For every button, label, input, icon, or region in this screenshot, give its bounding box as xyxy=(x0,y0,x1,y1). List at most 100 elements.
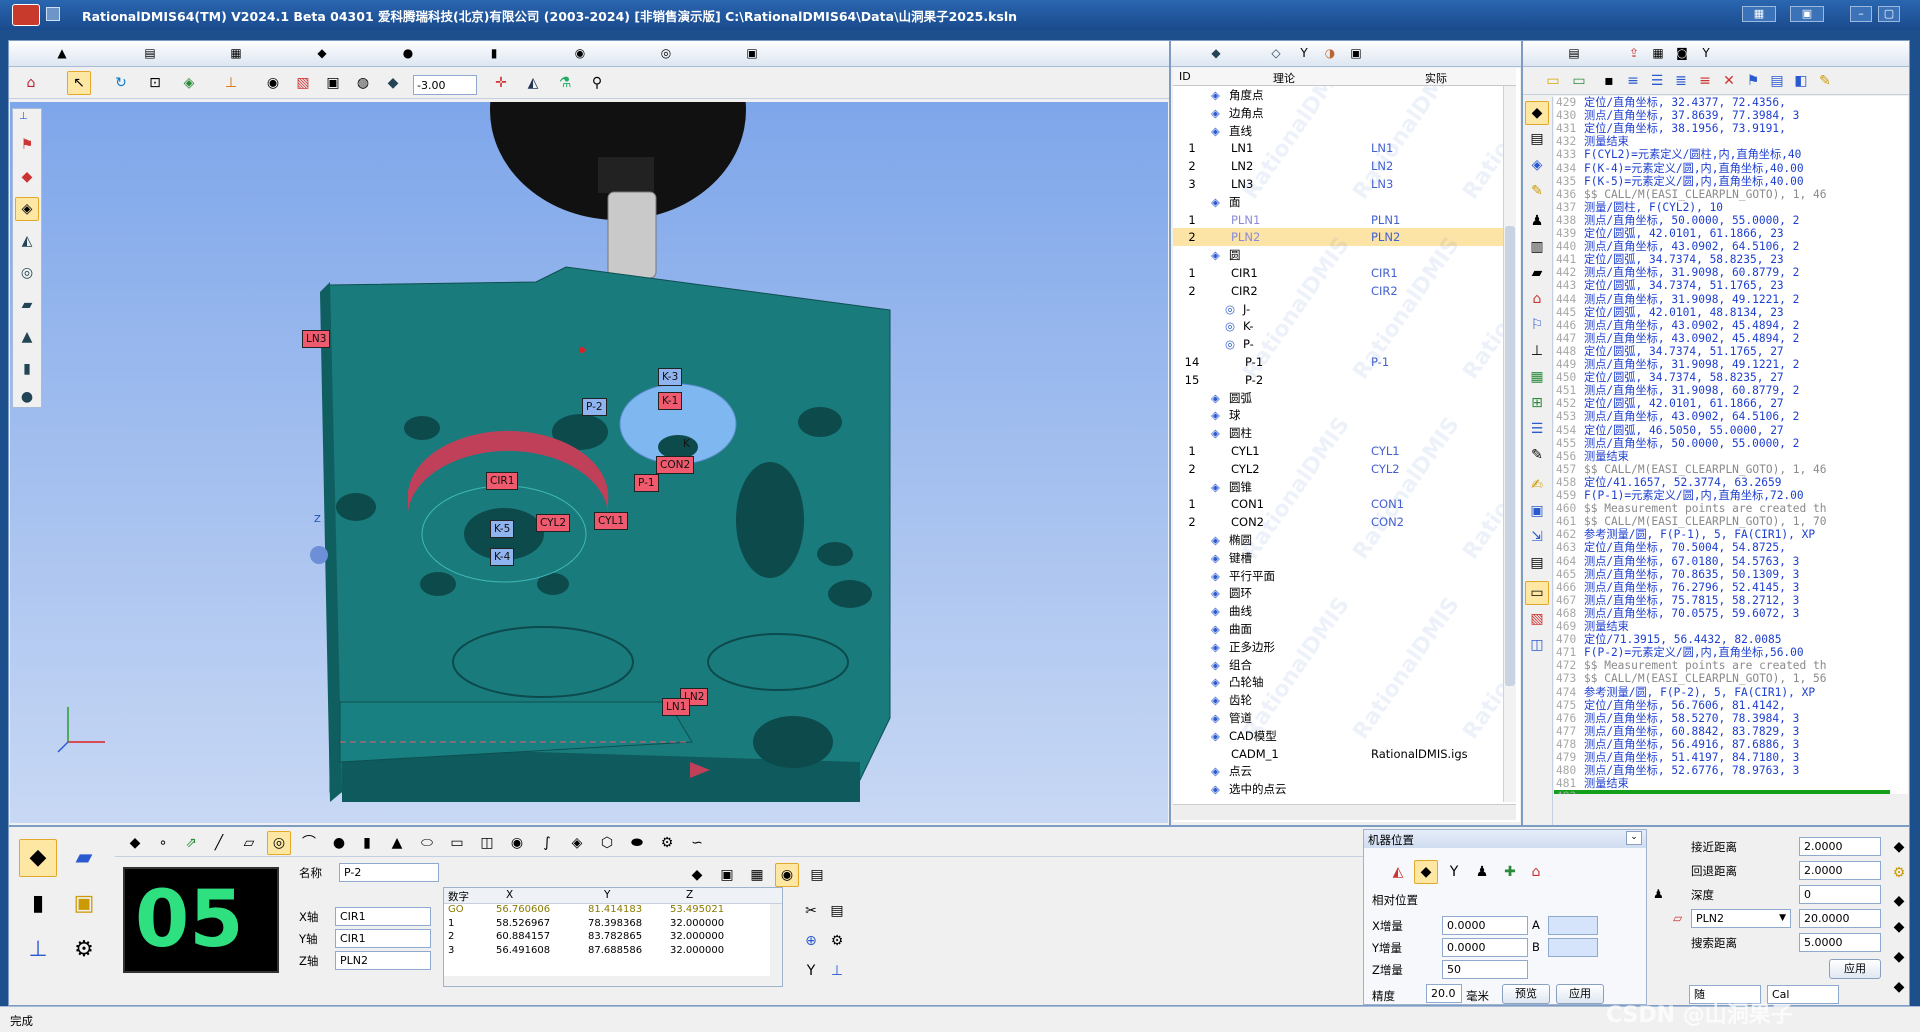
code-line[interactable]: 447 测点/直角坐标, 43.0902, 45.4894, 2 xyxy=(1554,332,1890,345)
cylinder-type-icon[interactable]: ▮ xyxy=(355,831,379,855)
tree-row[interactable]: 1 LN1 LN1 xyxy=(1173,139,1516,157)
tree-vertical-scrollbar[interactable] xyxy=(1503,86,1516,802)
tree-row[interactable]: 1 CYL1 CYL1 xyxy=(1173,442,1516,460)
plane-tool-icon[interactable]: ▰ xyxy=(1525,261,1549,285)
probe-calib-icon[interactable]: ♟ xyxy=(1525,209,1549,233)
feature-label-k1[interactable]: K-1 xyxy=(658,392,683,410)
side-probe3-icon[interactable]: ◆ xyxy=(1887,915,1911,939)
points-table[interactable]: 数字 X Y Z GO 56.760606 81.414183 53.495021 1 58.5… xyxy=(443,887,783,987)
tab-globe-icon[interactable]: ◉ xyxy=(569,43,591,63)
code-line[interactable]: 480 测点/直角坐标, 52.6776, 78.9763, 3 xyxy=(1554,764,1890,777)
tree-row[interactable]: ◈ 管道 xyxy=(1173,709,1516,727)
coordinate-button[interactable]: ⊥ xyxy=(19,931,57,969)
ruler-button[interactable]: ▰ xyxy=(65,839,103,877)
tab-tolerance-icon[interactable]: ◇ xyxy=(1265,43,1287,63)
slot-type-icon[interactable]: ▭ xyxy=(445,831,469,855)
polygon-type-icon[interactable]: ⬡ xyxy=(595,831,619,855)
select-arrow-icon[interactable]: ↖ xyxy=(67,71,91,95)
code-line[interactable]: 446 测点/直角坐标, 43.0902, 45.4894, 2 xyxy=(1554,319,1890,332)
tree-row[interactable]: ◈ 直线 xyxy=(1173,122,1516,140)
tree-row[interactable]: ◈ 组合 xyxy=(1173,656,1516,674)
b-field[interactable] xyxy=(1548,938,1598,957)
note-icon[interactable]: ✎ xyxy=(1525,179,1549,203)
delete-tool-icon[interactable]: ▧ xyxy=(1525,607,1549,631)
add-report-icon[interactable]: ⊞ xyxy=(1525,391,1549,415)
tree-row[interactable]: ◈ 键槽 xyxy=(1173,549,1516,567)
zoom-value-input[interactable] xyxy=(413,75,477,95)
delete-icon[interactable]: ≡ xyxy=(1693,69,1717,93)
feature-label-cyl1[interactable]: CYL1 xyxy=(594,512,629,530)
axes-tool-icon[interactable]: ⊥ xyxy=(1525,339,1549,363)
maximize-button[interactable]: ▢ xyxy=(1878,6,1900,22)
points-table-hscroll[interactable] xyxy=(444,976,782,986)
point-type-icon[interactable]: ∘ xyxy=(151,831,175,855)
list-tool-icon[interactable]: ☰ xyxy=(1525,417,1549,441)
points-table-row[interactable]: 1 58.526967 78.398368 32.000000 xyxy=(444,918,770,931)
pin-probe-icon[interactable]: ◆ xyxy=(1525,101,1549,125)
feature-point-icon[interactable]: ◆ xyxy=(15,165,39,189)
tab-feature-icon[interactable]: ◆ xyxy=(1205,43,1227,63)
tab-table-icon[interactable]: ▦ xyxy=(225,43,247,63)
indent-icon[interactable]: ≡ xyxy=(1621,69,1645,93)
tree-row[interactable]: ◈ 圆 xyxy=(1173,246,1516,264)
tab-link-icon[interactable]: ◎ xyxy=(655,43,677,63)
probe-add-icon[interactable]: ✚ xyxy=(1498,860,1522,884)
side-probe4-icon[interactable]: ◆ xyxy=(1887,945,1911,969)
group-type-icon[interactable]: ⬬ xyxy=(625,831,649,855)
probe-head-button[interactable]: ▮ xyxy=(19,885,57,923)
z-increment-field[interactable]: 50 xyxy=(1442,960,1528,979)
report-icon[interactable]: ▦ xyxy=(1525,365,1549,389)
layout-switch-icon[interactable]: ▦ xyxy=(1742,6,1776,22)
tab-program-icon[interactable]: ▤ xyxy=(1563,43,1585,63)
render-icon[interactable]: ▧ xyxy=(291,71,315,95)
collapse-icon[interactable]: ⌄ xyxy=(1626,831,1642,845)
x-axis-field[interactable]: CIR1 xyxy=(335,907,431,926)
add-point-icon[interactable]: ⊕ xyxy=(799,929,823,953)
tab-filter2-icon[interactable]: Y xyxy=(1695,43,1717,63)
code-line[interactable]: 441 定位/圆弧, 34.7374, 58.8235, 23 xyxy=(1554,253,1890,266)
plane-distance-field[interactable]: 20.0000 xyxy=(1799,909,1881,928)
retract-field[interactable]: 2.0000 xyxy=(1799,861,1881,880)
tab-monitor-icon[interactable]: ▣ xyxy=(1345,43,1367,63)
tab-machine-icon[interactable]: ◆ xyxy=(311,43,333,63)
edit-point-icon[interactable]: ▤ xyxy=(825,899,849,923)
axis-x-point-icon[interactable]: Y xyxy=(799,959,823,983)
tree-horizontal-scrollbar[interactable] xyxy=(1173,804,1516,820)
feature-line-icon[interactable]: ◭ xyxy=(15,229,39,253)
code-line[interactable]: 461 $$ CALL/M(EASI_CLEARPLN_GOTO), 1, 70 xyxy=(1554,515,1890,528)
goto-icon[interactable]: ⚐ xyxy=(1525,313,1549,337)
code-line[interactable]: 474 参考测量/圆, F(P-2), 5, FA(CIR1), XP xyxy=(1554,686,1890,699)
measure-tool-icon[interactable]: ⚗ xyxy=(553,71,577,95)
tree-row[interactable]: 1 PLN1 PLN1 xyxy=(1173,211,1516,229)
camera-icon[interactable]: ▣ xyxy=(321,71,345,95)
feature-label-k[interactable]: K xyxy=(680,436,693,454)
feature-label-p2[interactable]: P-2 xyxy=(582,398,607,416)
code-line[interactable]: 449 测点/直角坐标, 31.9098, 49.1221, 2 xyxy=(1554,358,1890,371)
feature-label-ln1[interactable]: LN1 xyxy=(662,698,691,716)
points-table-row[interactable]: 2 60.884157 83.782865 32.000000 xyxy=(444,931,770,944)
page-icon[interactable]: ▤ xyxy=(1525,551,1549,575)
probe-relative-icon[interactable]: ◆ xyxy=(1414,860,1438,884)
code-line[interactable]: 468 测点/直角坐标, 70.0575, 59.6072, 3 xyxy=(1554,607,1890,620)
tree-row[interactable]: ◈ 椭圆 xyxy=(1173,531,1516,549)
code-line[interactable]: 470 定位/71.3915, 56.4432, 82.0085 xyxy=(1554,633,1890,646)
code-line[interactable]: 476 测点/直角坐标, 58.5270, 78.3984, 3 xyxy=(1554,712,1890,725)
tree-row[interactable]: 15 P-2 xyxy=(1173,371,1516,389)
eye-icon[interactable]: ◉ xyxy=(261,71,285,95)
code-line[interactable]: 433 F(CYL2)=元素定义/圆柱,内,直角坐标,40 xyxy=(1554,148,1890,161)
tree-row[interactable]: ◈ 面 xyxy=(1173,193,1516,211)
tree-row[interactable]: ◈ 曲线 xyxy=(1173,602,1516,620)
minimize-button[interactable]: – xyxy=(1850,6,1872,22)
probe-mode-button[interactable]: ◆ xyxy=(19,839,57,877)
preview-button[interactable]: 预览 xyxy=(1502,984,1550,1004)
table-view5-icon[interactable]: ▤ xyxy=(805,863,829,887)
program-editor[interactable]: 429 定位/直角坐标, 32.4377, 72.4356, 430 测点/直角坐… xyxy=(1554,96,1908,794)
code-line[interactable]: 429 定位/直角坐标, 32.4377, 72.4356, xyxy=(1554,96,1890,109)
side-probe2-icon[interactable]: ◆ xyxy=(1887,889,1911,913)
tree-row[interactable]: 2 PLN2 PLN2 xyxy=(1173,228,1516,247)
z-axis-field[interactable]: PLN2 xyxy=(335,951,431,970)
code-line[interactable]: 432 测量结束 xyxy=(1554,135,1890,148)
import-icon[interactable]: ▥ xyxy=(1525,235,1549,259)
open-file-icon[interactable]: ▭ xyxy=(1541,69,1565,93)
tree-row[interactable]: ◈ 角度点 xyxy=(1173,86,1516,104)
